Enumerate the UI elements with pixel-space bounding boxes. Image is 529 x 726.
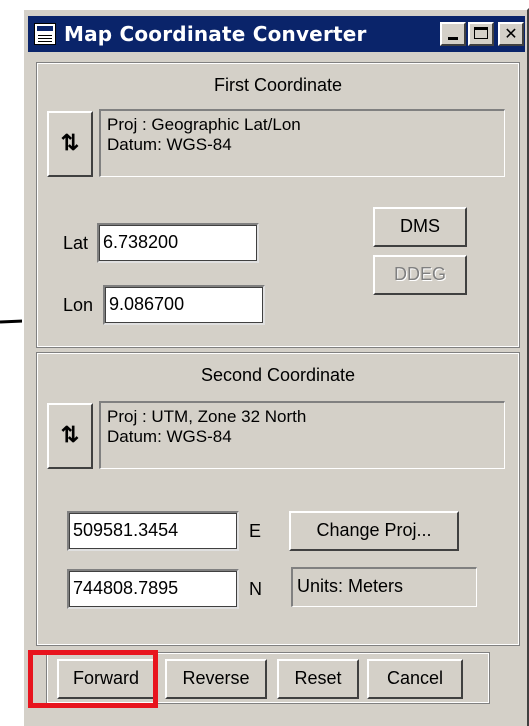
app-icon[interactable]: [34, 23, 56, 45]
units-display: Units: Meters: [291, 567, 477, 607]
swap-first-button[interactable]: ⇅: [47, 111, 93, 177]
cancel-button[interactable]: Cancel: [367, 659, 463, 699]
second-datum-text: Datum: WGS-84: [107, 427, 232, 446]
forward-button[interactable]: Forward: [57, 659, 155, 699]
lon-label: Lon: [63, 295, 94, 315]
close-button[interactable]: ✕: [498, 22, 524, 46]
action-button-group: Forward Reverse Reset Cancel: [46, 652, 490, 704]
minimize-button[interactable]: [440, 22, 466, 46]
converter-window: Map Coordinate Converter ✕ First Coordin…: [22, 8, 529, 726]
easting-label: E: [249, 521, 262, 541]
swap-arrows-icon: ⇅: [60, 422, 80, 447]
reverse-button[interactable]: Reverse: [165, 659, 267, 699]
second-coordinate-group: Second Coordinate ⇅ Proj : UTM, Zone 32 …: [36, 352, 520, 646]
maximize-button[interactable]: [468, 22, 494, 46]
lat-label: Lat: [63, 233, 89, 253]
first-proj-text: Proj : Geographic Lat/Lon: [107, 115, 301, 134]
first-coordinate-title: First Coordinate: [213, 75, 343, 95]
first-coordinate-group: First Coordinate ⇅ Proj : Geographic Lat…: [36, 62, 520, 348]
swap-second-button[interactable]: ⇅: [47, 403, 93, 469]
lon-input[interactable]: 9.086700: [103, 285, 265, 325]
easting-input[interactable]: 509581.3454: [67, 511, 239, 551]
northing-label: N: [249, 579, 262, 599]
second-coordinate-title: Second Coordinate: [200, 365, 356, 385]
first-datum-text: Datum: WGS-84: [107, 135, 232, 154]
reset-button[interactable]: Reset: [277, 659, 359, 699]
first-projection-box: Proj : Geographic Lat/Lon Datum: WGS-84: [99, 109, 505, 177]
northing-input[interactable]: 744808.7895: [67, 569, 239, 609]
title-bar[interactable]: Map Coordinate Converter ✕: [28, 16, 525, 52]
lat-input[interactable]: 6.738200: [97, 223, 259, 263]
second-projection-box: Proj : UTM, Zone 32 North Datum: WGS-84: [99, 401, 505, 469]
window-title: Map Coordinate Converter: [64, 22, 367, 46]
change-proj-button[interactable]: Change Proj...: [289, 511, 459, 551]
swap-arrows-icon: ⇅: [60, 130, 80, 155]
second-proj-text: Proj : UTM, Zone 32 North: [107, 407, 307, 426]
dms-button[interactable]: DMS: [373, 207, 467, 247]
ddeg-button[interactable]: DDEG: [373, 255, 467, 295]
